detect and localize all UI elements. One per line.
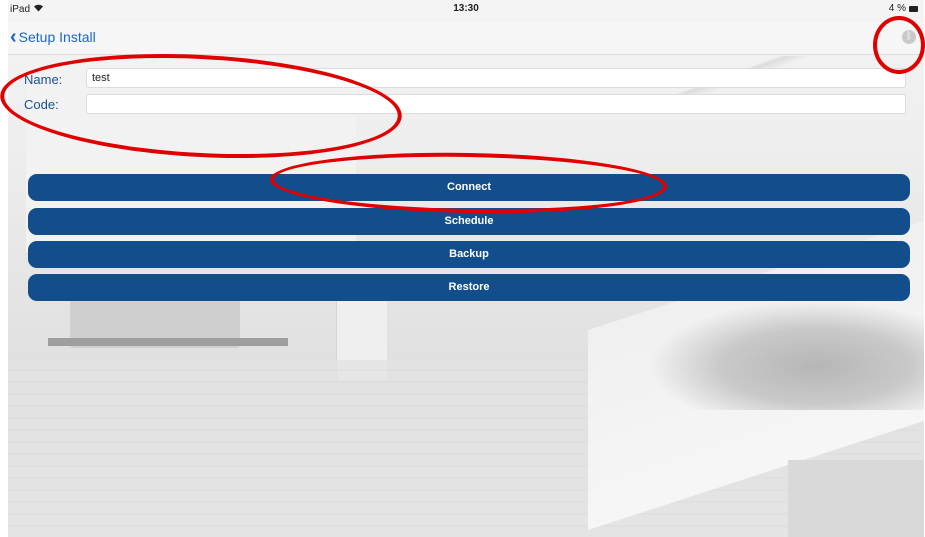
restore-button[interactable]: Restore <box>28 274 910 301</box>
name-label: Name: <box>24 72 63 87</box>
background-shadow <box>788 460 924 537</box>
backup-button[interactable]: Backup <box>28 241 910 268</box>
back-label: Setup Install <box>18 29 96 45</box>
name-input[interactable]: test <box>86 68 906 88</box>
chevron-left-icon: ‹ <box>10 26 17 48</box>
battery-percent: 4 % <box>888 3 906 14</box>
connect-button[interactable]: Connect <box>28 174 910 201</box>
status-right: 4 % <box>889 3 918 14</box>
code-input[interactable] <box>86 94 906 114</box>
code-label: Code: <box>24 97 59 112</box>
background-table <box>48 338 288 346</box>
status-time: 13:30 <box>453 3 479 14</box>
status-bar: iPad 13:30 4 % <box>8 0 924 18</box>
battery-icon <box>909 5 918 12</box>
bluetooth-icon[interactable]: ᛒ <box>902 30 916 44</box>
navigation-bar: ‹ Setup Install ᛒ <box>8 22 924 55</box>
schedule-button[interactable]: Schedule <box>28 208 910 235</box>
app-screen: iPad 13:30 4 % ‹ Setup Install ᛒ Name: t… <box>8 0 924 537</box>
background-plant <box>648 300 924 410</box>
back-button[interactable]: ‹ Setup Install <box>10 26 96 48</box>
